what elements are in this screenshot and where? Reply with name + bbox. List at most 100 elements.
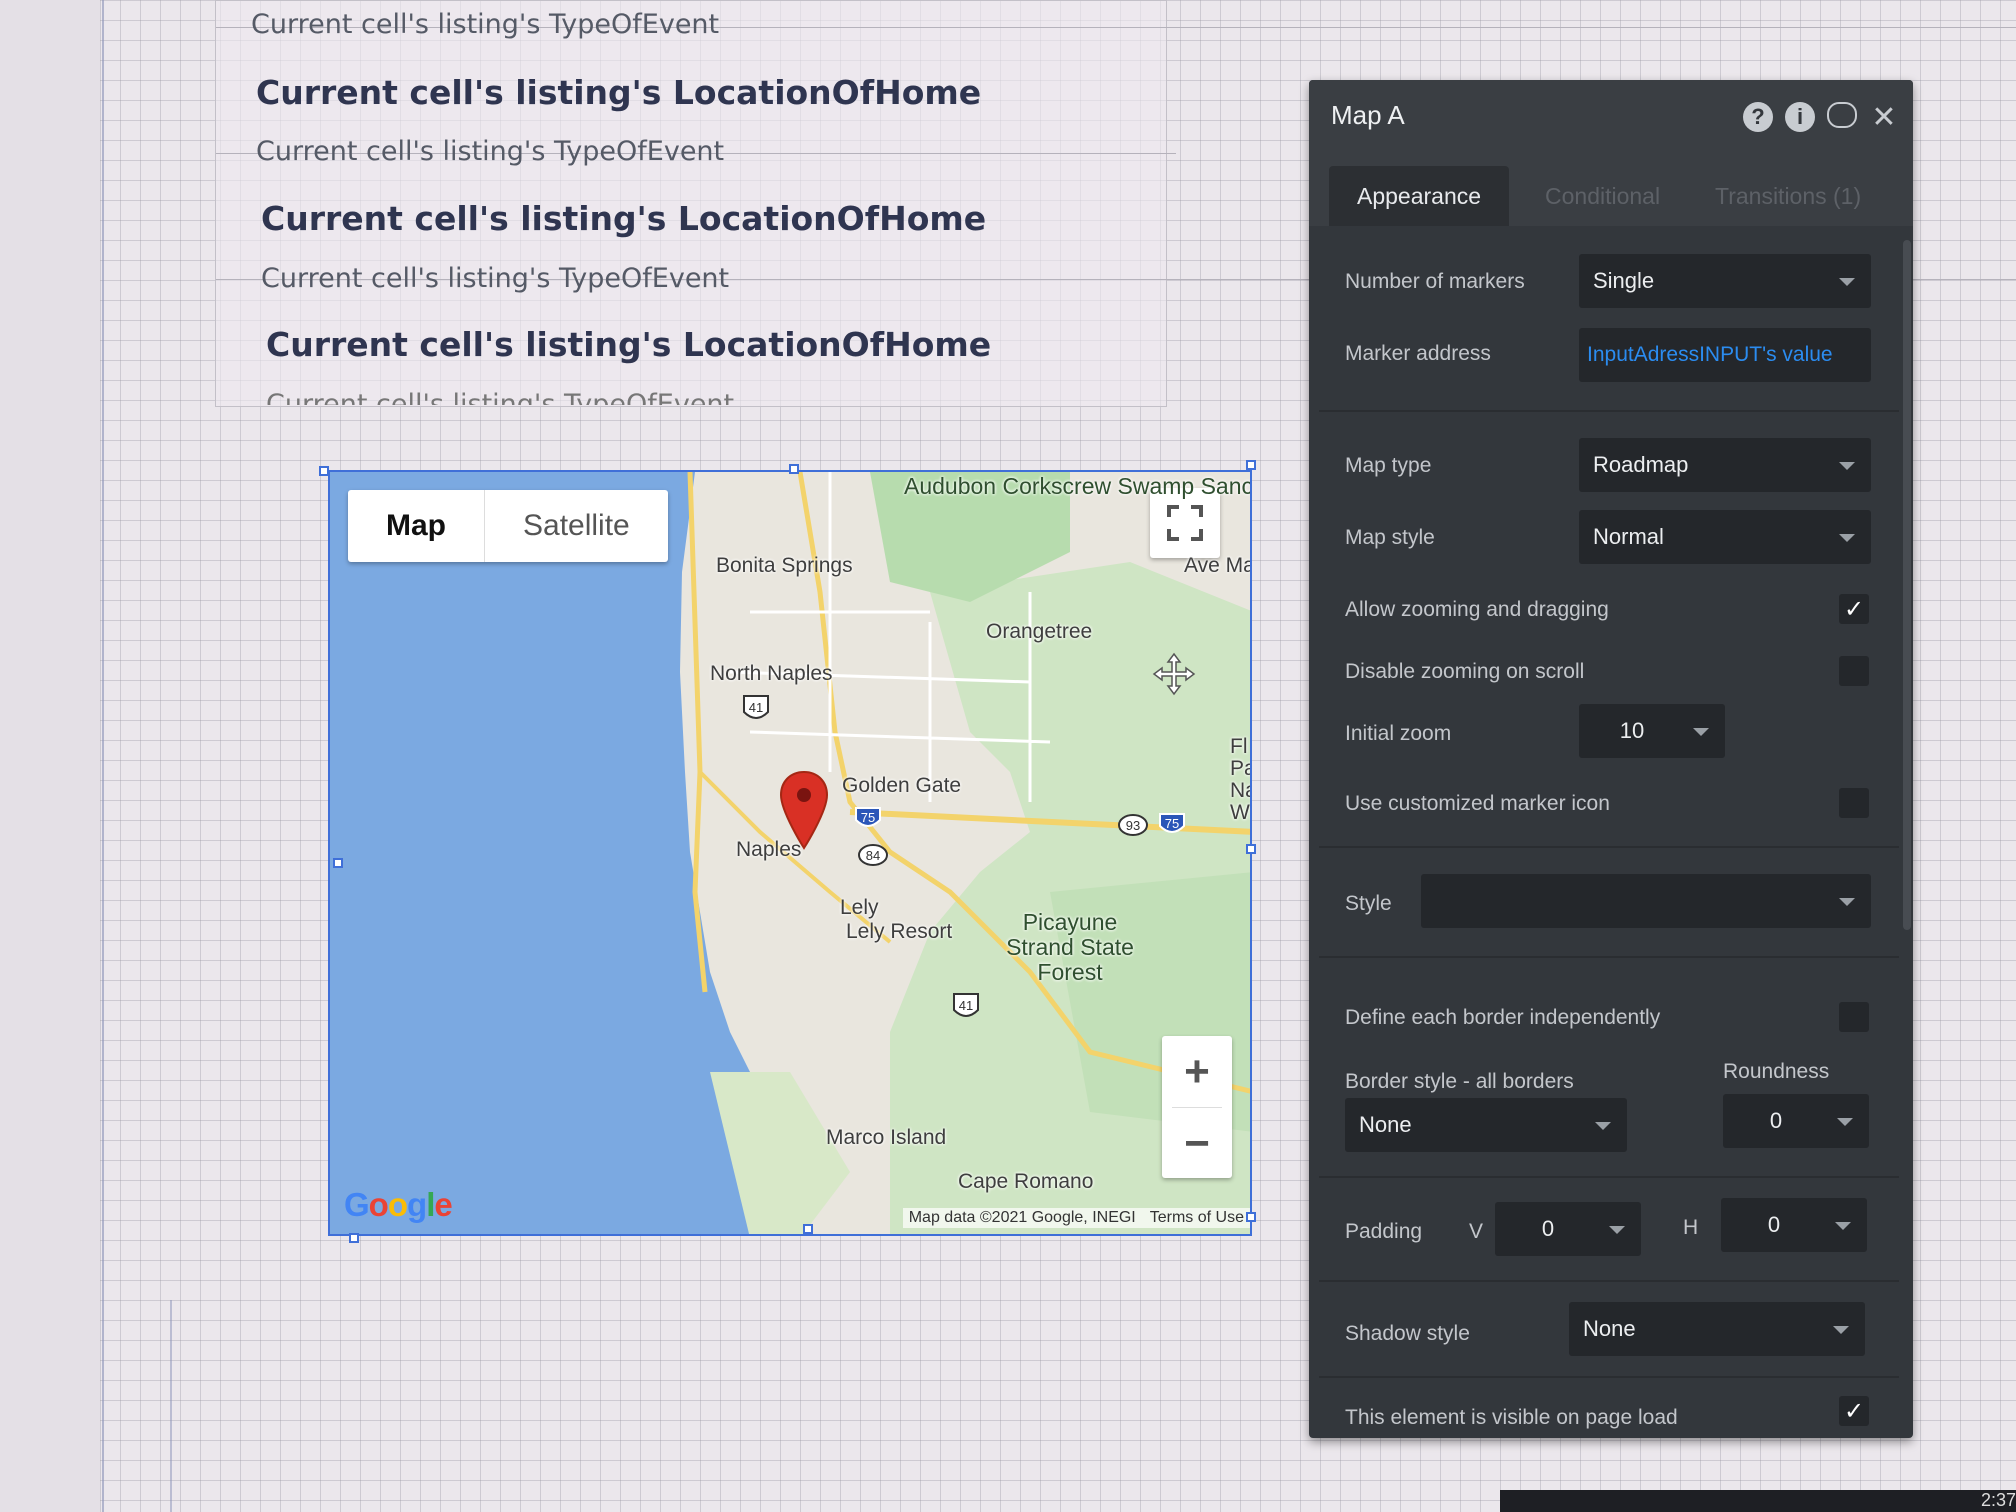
section-divider [1319,846,1899,848]
chevron-down-icon [1837,1118,1853,1126]
close-icon[interactable]: ✕ [1869,101,1899,134]
padding-v-value: 0 [1541,1216,1555,1241]
border-style-dropdown[interactable]: None [1345,1098,1627,1152]
sr84-shield-label: 84 [866,848,880,863]
section-divider [1319,410,1899,412]
map-type-dropdown[interactable]: Roadmap [1579,438,1871,492]
resize-handle-bottom[interactable] [803,1224,813,1234]
section-divider [1319,1176,1899,1178]
resize-handle-br[interactable] [1246,1212,1256,1222]
padding-h-value: 0 [1767,1212,1781,1237]
roundness-dropdown[interactable]: 0 [1723,1094,1869,1148]
us41-shield-label: 41 [749,700,763,715]
disable-scroll-zoom-checkbox[interactable] [1839,656,1869,686]
chevron-down-icon [1835,1222,1851,1230]
zoom-in-button[interactable]: + [1162,1036,1232,1107]
custom-marker-label: Use customized marker icon [1345,792,1610,815]
allow-zooming-checkbox[interactable]: ✓ [1839,594,1869,624]
repeating-group[interactable]: Current cell's listing's TypeOfEvent Cur… [215,0,2016,407]
marker-address-input[interactable]: InputAdressINPUT's value [1579,328,1871,382]
section-divider [1319,956,1899,958]
zoom-out-button[interactable]: − [1162,1108,1232,1179]
padding-v-dropdown[interactable]: 0 [1495,1202,1641,1256]
sr93-shield-label: 93 [1126,818,1140,833]
initial-zoom-dropdown[interactable]: 10 [1579,704,1725,758]
resize-handle-top[interactable] [789,464,799,474]
number-of-markers-dropdown[interactable]: Single [1579,254,1871,308]
info-icon[interactable]: i [1785,102,1815,132]
chevron-down-icon [1693,728,1709,736]
state-road-shield-icon: 84 [858,844,888,866]
map-label-cape-romano: Cape Romano [958,1170,1094,1193]
help-icon[interactable]: ? [1743,102,1773,132]
padding-label: Padding [1345,1220,1423,1243]
state-road-shield-icon: 93 [1118,814,1148,836]
location-of-home-text: Current cell's listing's LocationOfHome [256,73,982,112]
location-of-home-text: Current cell's listing's LocationOfHome [266,325,992,364]
editor-left-gutter [0,0,100,1512]
tab-conditional[interactable]: Conditional [1517,166,1688,226]
map-data-credit: Map data ©2021 Google, INEGI [908,1209,1136,1226]
border-independent-checkbox[interactable] [1839,1002,1869,1032]
checkmark-icon: ✓ [1843,595,1865,623]
type-of-event-text: Current cell's listing's TypeOfEvent [251,9,720,40]
i75-shield-label: 75 [1165,816,1179,831]
terms-of-use-link[interactable]: Terms of Use [1150,1209,1244,1227]
resize-handle-tl[interactable] [319,466,329,476]
padding-h-dropdown[interactable]: 0 [1721,1198,1867,1252]
padding-h-label: H [1683,1216,1699,1239]
panel-header-icons: ? i ✕ [1743,101,1899,134]
number-of-markers-label: Number of markers [1345,270,1525,293]
panel-header: Map A ? i ✕ [1309,80,1913,156]
shadow-style-dropdown[interactable]: None [1569,1302,1865,1356]
map-type-value: Roadmap [1593,452,1689,477]
os-taskbar: 2:37 [1500,1490,2016,1512]
chevron-down-icon [1839,462,1855,470]
google-logo: Google [344,1186,453,1223]
roundness-label: Roundness [1723,1060,1830,1083]
map-type-map-button[interactable]: Map [348,490,485,562]
type-of-event-text: Current cell's listing's TypeOfEvent [256,136,725,167]
map-element[interactable]: Map Satellite Audubon Corkscrew Swamp Sa… [328,470,1252,1236]
chevron-down-icon [1839,898,1855,906]
map-marker-icon[interactable] [779,770,829,852]
section-divider [1319,1280,1899,1282]
interstate-shield-icon: 75 [855,807,881,827]
comment-icon[interactable] [1827,102,1857,128]
panel-scrollbar[interactable] [1901,240,1911,1040]
map-type-satellite-button[interactable]: Satellite [485,490,668,562]
initial-zoom-label: Initial zoom [1345,722,1452,745]
border-independent-label: Define each border independently [1345,1006,1661,1029]
visible-on-load-checkbox[interactable]: ✓ [1839,1396,1869,1426]
chevron-down-icon [1595,1122,1611,1130]
visible-on-load-label: This element is visible on page load [1345,1406,1678,1429]
map-label-picayune: Picayune Strand State Forest [1006,909,1134,985]
map-label-audubon: Audubon Corkscrew Swamp Sanctuary-ONLINE… [904,473,1252,499]
type-of-event-text: Current cell's listing's TypeOfEvent [266,389,735,405]
chevron-down-icon [1833,1326,1849,1334]
tab-transitions[interactable]: Transitions (1) [1687,166,1889,226]
us-route-shield-icon: 41 [743,695,769,719]
resize-handle-bl[interactable] [349,1233,359,1243]
resize-handle-right[interactable] [1246,844,1256,854]
map-attribution: Map data ©2021 Google, INEGI Terms of Us… [902,1208,1250,1228]
custom-marker-checkbox[interactable] [1839,788,1869,818]
us41-shield-label: 41 [959,998,973,1013]
roundness-value: 0 [1769,1108,1783,1133]
i75-shield-label: 75 [861,810,875,825]
chevron-down-icon [1609,1226,1625,1234]
chevron-down-icon [1839,534,1855,542]
padding-v-label: V [1469,1220,1484,1243]
map-style-dropdown[interactable]: Normal [1579,510,1871,564]
tab-appearance[interactable]: Appearance [1329,166,1510,226]
resize-handle-tr[interactable] [1246,460,1256,470]
resize-handle-left[interactable] [333,858,343,868]
style-dropdown[interactable] [1421,874,1871,928]
checkmark-icon: ✓ [1843,1397,1865,1425]
map-label-lely: Lely [840,896,879,919]
panel-tabs: Appearance Conditional Transitions (1) [1309,156,1913,226]
panel-scrollbar-thumb[interactable] [1903,240,1911,930]
shadow-style-label: Shadow style [1345,1322,1470,1345]
zoom-control: + − [1162,1036,1232,1178]
panel-title: Map A [1331,100,1405,130]
